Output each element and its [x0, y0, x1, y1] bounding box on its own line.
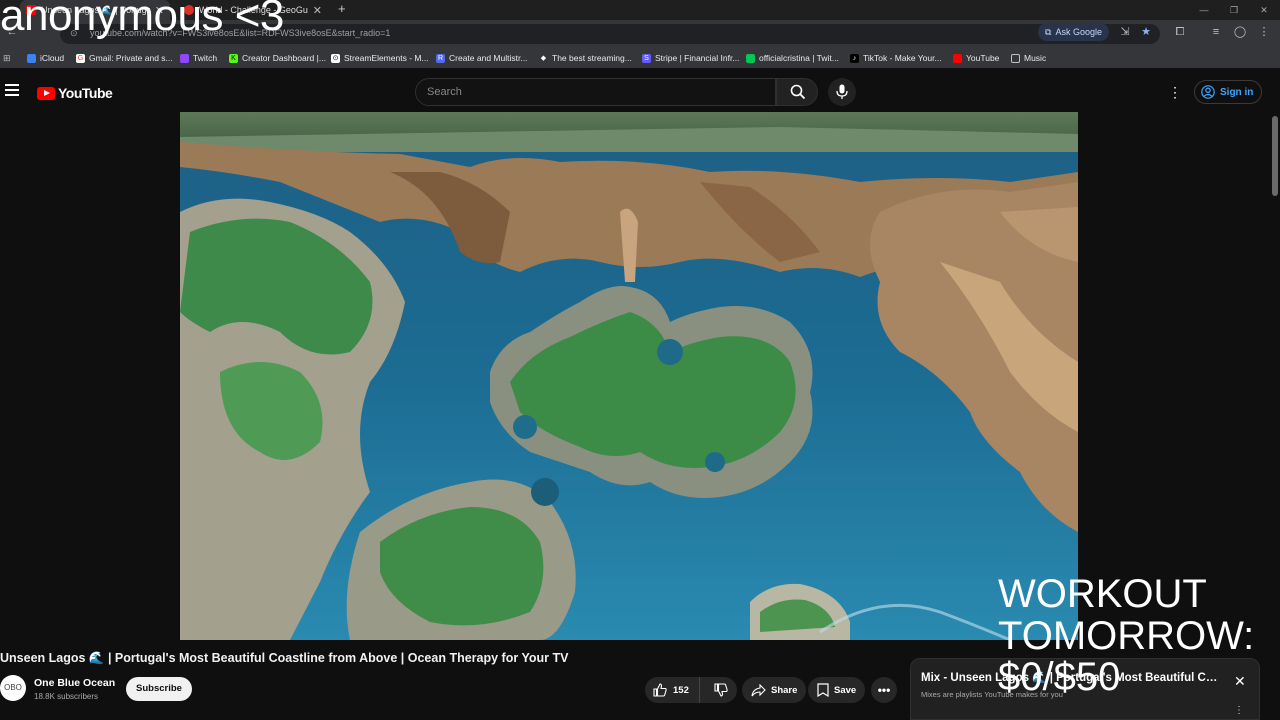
bookmark-restream[interactable]: R Create and Multistr... — [436, 51, 527, 65]
save-button[interactable]: Save — [808, 677, 866, 703]
stream-overlay-goal: WORKOUT TOMORROW: $0/$50 — [998, 572, 1255, 700]
save-label: Save — [834, 684, 857, 696]
twitch-icon — [180, 53, 189, 63]
bookmark-icloud[interactable]: iCloud — [27, 51, 64, 65]
close-icon[interactable]: ✕ — [313, 4, 322, 17]
extensions-icon[interactable]: ⧠ — [1172, 24, 1188, 40]
profile-icon[interactable]: ◯ — [1232, 24, 1248, 40]
menu-icon[interactable] — [5, 84, 19, 96]
more-actions-button[interactable]: ••• — [871, 677, 897, 703]
bookmark-label: StreamElements - M... — [344, 53, 429, 63]
close-window-icon[interactable]: ✕ — [1252, 0, 1276, 20]
goal-line-3: $0/$50 — [998, 655, 1121, 700]
bookmarks-bar: ⊞ iCloud G Gmail: Private and s... Twitch… — [0, 48, 1280, 68]
search-input[interactable]: Search — [415, 78, 776, 106]
goal-line-1: WORKOUT — [998, 572, 1207, 616]
stripe-icon: S — [642, 53, 651, 63]
bookmark-label: officialcristina | Twit... — [759, 53, 839, 63]
bookmark-music-folder[interactable]: Music — [1011, 51, 1046, 65]
bookmark-icon — [817, 683, 829, 697]
thumbs-up-icon — [653, 683, 667, 697]
youtube-play-icon — [37, 86, 55, 100]
channel-name[interactable]: One Blue Ocean — [34, 677, 115, 689]
bookmark-youtube[interactable]: YouTube — [953, 51, 999, 65]
bookmark-label: Twitch — [193, 53, 218, 63]
bookmark-label: Stripe | Financial Infr... — [655, 53, 740, 63]
search-button[interactable] — [776, 78, 818, 106]
folder-icon — [1011, 53, 1020, 63]
share-icon — [751, 683, 766, 696]
bookmark-twitch[interactable]: Twitch — [180, 51, 217, 65]
restream-icon: R — [436, 53, 445, 63]
settings-more-icon[interactable]: ⋮ — [1168, 83, 1182, 101]
bookmark-label: TikTok - Make Your... — [863, 53, 942, 63]
scroll-thumb[interactable] — [1272, 116, 1278, 196]
subscriber-count: 18.8K subscribers — [34, 692, 99, 701]
like-button[interactable]: 152 — [645, 677, 701, 703]
bookmark-label: Gmail: Private and s... — [89, 53, 173, 63]
google-icon: G — [76, 53, 85, 63]
voice-search-button[interactable] — [828, 78, 856, 106]
microphone-icon — [836, 84, 848, 99]
thumbs-down-icon — [714, 683, 728, 697]
share-button[interactable]: Share — [742, 677, 807, 703]
new-tab-button[interactable]: + — [338, 0, 346, 20]
bookmark-star-icon[interactable]: ★ — [1138, 24, 1154, 40]
stream-overlay-name: anonymous <3 — [0, 0, 284, 40]
youtube-wordmark: YouTube — [58, 85, 113, 101]
bookmark-creator-dashboard[interactable]: K Creator Dashboard |... — [229, 51, 326, 65]
youtube-icon — [953, 53, 962, 63]
subscribe-button[interactable]: Subscribe — [126, 677, 192, 701]
ask-google-button[interactable]: ⧉ Ask Google — [1038, 23, 1109, 41]
kick-icon: K — [229, 53, 238, 63]
bookmark-stripe[interactable]: S Stripe | Financial Infr... — [642, 51, 739, 65]
search-placeholder: Search — [427, 86, 462, 98]
bookmark-label: iCloud — [40, 53, 65, 63]
streamelements-icon: ⊙ — [331, 53, 340, 63]
install-app-icon[interactable]: ⇲ — [1117, 24, 1133, 40]
cloud-icon — [27, 53, 36, 63]
bookmark-label: Creator Dashboard |... — [242, 53, 326, 63]
bookmark-label: Music — [1024, 53, 1047, 63]
bookmark-officialcristina[interactable]: officialcristina | Twit... — [746, 51, 839, 65]
video-frame-coastline — [180, 112, 1078, 640]
like-count: 152 — [673, 684, 689, 696]
media-controls-icon[interactable]: ≡ — [1208, 24, 1224, 40]
video-player[interactable] — [180, 112, 1078, 640]
youtube-logo[interactable]: YouTube — [37, 85, 113, 101]
chrome-menu-icon[interactable]: ⋮ — [1256, 24, 1272, 40]
account-icon — [1201, 85, 1215, 99]
bookmark-streaming[interactable]: ◆ The best streaming... — [539, 51, 632, 65]
goal-line-2: TOMORROW: — [998, 613, 1255, 658]
more-horiz-icon: ••• — [877, 683, 891, 697]
dislike-button[interactable] — [705, 677, 737, 703]
sign-in-label: Sign in — [1220, 86, 1254, 98]
ask-google-label: Ask Google — [1055, 27, 1102, 37]
video-title: Unseen Lagos 🌊 | Portugal's Most Beautif… — [0, 651, 569, 665]
tiktok-icon: ♪ — [850, 53, 859, 63]
bookmark-streamelements[interactable]: ⊙ StreamElements - M... — [331, 51, 429, 65]
maximize-icon[interactable]: ❐ — [1222, 0, 1246, 20]
page-scrollbar[interactable] — [1270, 112, 1280, 720]
bookmark-label: The best streaming... — [552, 53, 632, 63]
share-label: Share — [771, 684, 798, 696]
bookmark-label: Create and Multistr... — [449, 53, 528, 63]
search-icon — [790, 84, 806, 100]
avatar[interactable]: OBO — [0, 675, 26, 701]
bookmark-gmail[interactable]: G Gmail: Private and s... — [76, 51, 173, 65]
lens-icon: ⧉ — [1045, 26, 1052, 37]
like-dislike-group: 152 — [645, 677, 737, 703]
apps-icon[interactable]: ⊞ — [3, 51, 11, 65]
more-vert-icon[interactable]: ⋮ — [1234, 705, 1244, 716]
kick-green-icon — [746, 53, 755, 63]
minimize-icon[interactable]: — — [1192, 0, 1216, 20]
sign-in-button[interactable]: Sign in — [1194, 80, 1263, 104]
diamond-icon: ◆ — [540, 54, 547, 62]
bookmark-tiktok[interactable]: ♪ TikTok - Make Your... — [850, 51, 942, 65]
bookmark-label: YouTube — [966, 53, 1000, 63]
